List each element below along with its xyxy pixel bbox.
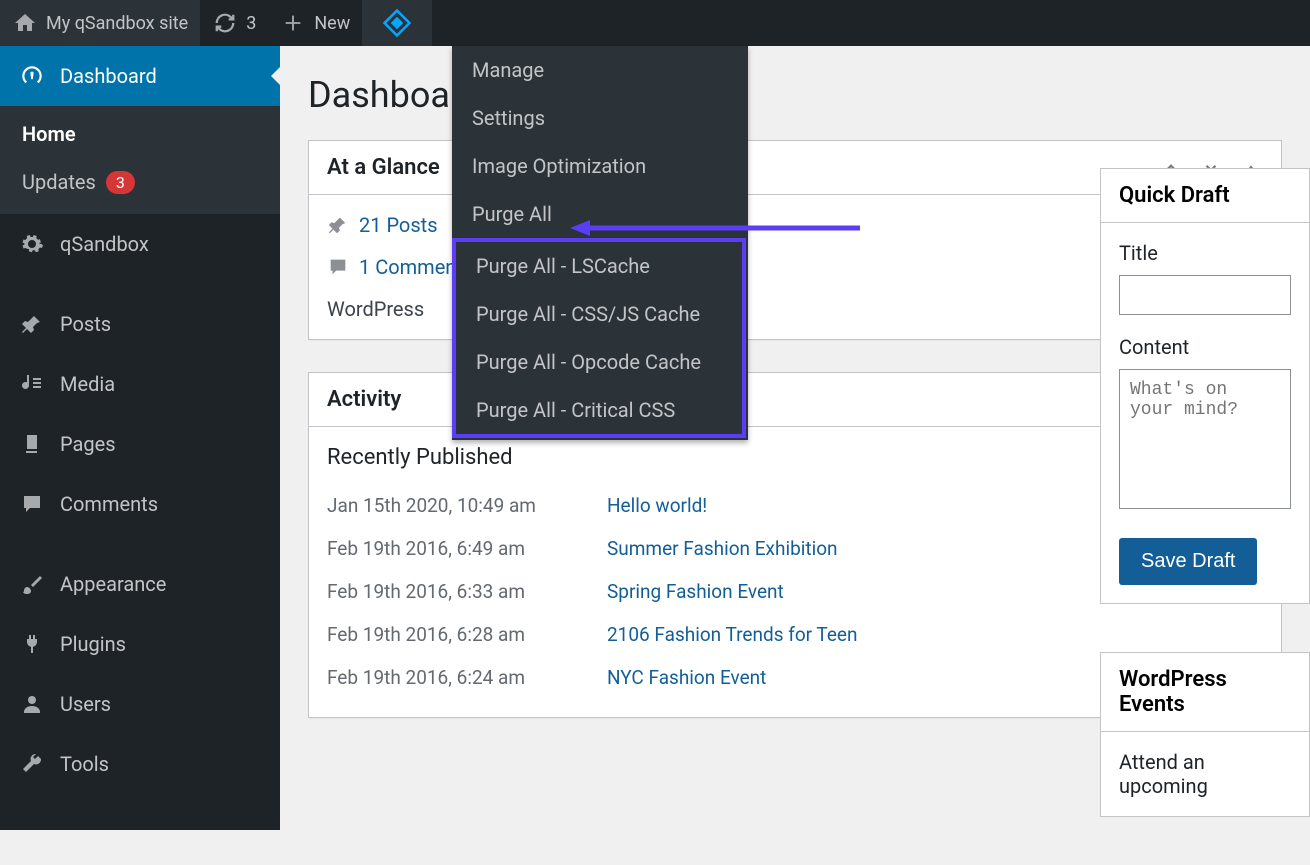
menu-appearance[interactable]: Appearance: [0, 554, 280, 614]
quick-draft-content-input[interactable]: [1119, 369, 1291, 509]
dd-purge-critical[interactable]: Purge All - Critical CSS: [456, 386, 742, 434]
events-title: WordPress Events: [1101, 653, 1309, 732]
submenu-home[interactable]: Home: [0, 110, 280, 158]
activity-title: Activity: [327, 387, 401, 412]
dd-purge-opcode[interactable]: Purge All - Opcode Cache: [456, 338, 742, 386]
adminbar-litespeed[interactable]: [362, 0, 432, 46]
right-column: Quick Draft Title Content Save Draft Wor…: [1100, 168, 1310, 865]
quick-draft-content-label: Content: [1119, 335, 1291, 359]
menu-plugins[interactable]: Plugins: [0, 614, 280, 674]
save-draft-button[interactable]: Save Draft: [1119, 538, 1257, 585]
refresh-icon: [212, 10, 238, 36]
menu-tools[interactable]: Tools: [0, 734, 280, 794]
admin-bar: My qSandbox site 3 New: [0, 0, 1310, 46]
adminbar-site-title: My qSandbox site: [46, 13, 188, 34]
menu-appearance-label: Appearance: [60, 572, 166, 596]
menu-dashboard-label: Dashboard: [60, 64, 157, 88]
dd-image-optimization[interactable]: Image Optimization: [452, 142, 748, 190]
menu-users[interactable]: Users: [0, 674, 280, 734]
adminbar-refresh-count: 3: [246, 13, 256, 34]
activity-link[interactable]: Summer Fashion Exhibition: [607, 537, 838, 560]
dd-manage[interactable]: Manage: [452, 46, 748, 94]
comment-icon: [327, 256, 349, 278]
menu-qsandbox-label: qSandbox: [60, 232, 149, 256]
home-icon: [12, 10, 38, 36]
menu-media-label: Media: [60, 372, 115, 396]
quick-draft-title-label: Title: [1119, 241, 1291, 265]
glance-comments[interactable]: 1 Comment: [327, 255, 463, 279]
menu-comments[interactable]: Comments: [0, 474, 280, 534]
user-icon: [18, 690, 46, 718]
gauge-icon: [18, 62, 46, 90]
activity-link[interactable]: Hello world!: [607, 494, 707, 517]
dd-purge-group-highlight: Purge All - LSCache Purge All - CSS/JS C…: [452, 238, 746, 438]
adminbar-home[interactable]: My qSandbox site: [0, 0, 200, 46]
at-a-glance-title: At a Glance: [327, 155, 440, 180]
annotation-arrow: [570, 218, 860, 238]
menu-dashboard[interactable]: Dashboard: [0, 46, 280, 106]
glance-posts-link[interactable]: 21 Posts: [359, 213, 438, 237]
comment-icon: [18, 490, 46, 518]
events-box: WordPress Events Attend an upcoming: [1100, 652, 1310, 817]
events-text: Attend an upcoming: [1101, 732, 1309, 816]
quick-draft-title-input[interactable]: [1119, 275, 1291, 315]
dd-settings[interactable]: Settings: [452, 94, 748, 142]
menu-tools-label: Tools: [60, 752, 109, 776]
activity-link[interactable]: NYC Fashion Event: [607, 666, 766, 689]
menu-posts-label: Posts: [60, 312, 111, 336]
adminbar-new-label: New: [314, 13, 350, 34]
activity-link[interactable]: 2106 Fashion Trends for Teen: [607, 623, 858, 646]
menu-pages[interactable]: Pages: [0, 414, 280, 474]
dd-purge-lscache[interactable]: Purge All - LSCache: [456, 242, 742, 290]
menu-users-label: Users: [60, 692, 111, 716]
menu-plugins-label: Plugins: [60, 632, 126, 656]
menu-qsandbox[interactable]: qSandbox: [0, 214, 280, 274]
submenu-updates[interactable]: Updates 3: [0, 158, 280, 206]
litespeed-icon: [382, 8, 412, 38]
admin-sidebar: Dashboard Home Updates 3 qSandbox Posts …: [0, 46, 280, 830]
quick-draft-title: Quick Draft: [1101, 169, 1309, 223]
activity-link[interactable]: Spring Fashion Event: [607, 580, 784, 603]
glance-posts[interactable]: 21 Posts: [327, 213, 438, 237]
glance-comments-link[interactable]: 1 Comment: [359, 255, 463, 279]
litespeed-dropdown: Manage Settings Image Optimization Purge…: [452, 46, 748, 440]
menu-posts[interactable]: Posts: [0, 294, 280, 354]
dd-purge-cssjs[interactable]: Purge All - CSS/JS Cache: [456, 290, 742, 338]
gear-icon: [18, 230, 46, 258]
menu-media[interactable]: Media: [0, 354, 280, 414]
media-icon: [18, 370, 46, 398]
updates-badge: 3: [106, 171, 135, 194]
adminbar-new[interactable]: New: [268, 0, 362, 46]
adminbar-refresh[interactable]: 3: [200, 0, 268, 46]
brush-icon: [18, 570, 46, 598]
menu-comments-label: Comments: [60, 492, 158, 516]
wrench-icon: [18, 750, 46, 778]
pin-icon: [327, 214, 349, 236]
submenu-dashboard: Home Updates 3: [0, 106, 280, 214]
quick-draft-box: Quick Draft Title Content Save Draft: [1100, 168, 1310, 604]
pin-icon: [18, 310, 46, 338]
menu-pages-label: Pages: [60, 432, 116, 456]
pages-icon: [18, 430, 46, 458]
plus-icon: [280, 10, 306, 36]
plug-icon: [18, 630, 46, 658]
